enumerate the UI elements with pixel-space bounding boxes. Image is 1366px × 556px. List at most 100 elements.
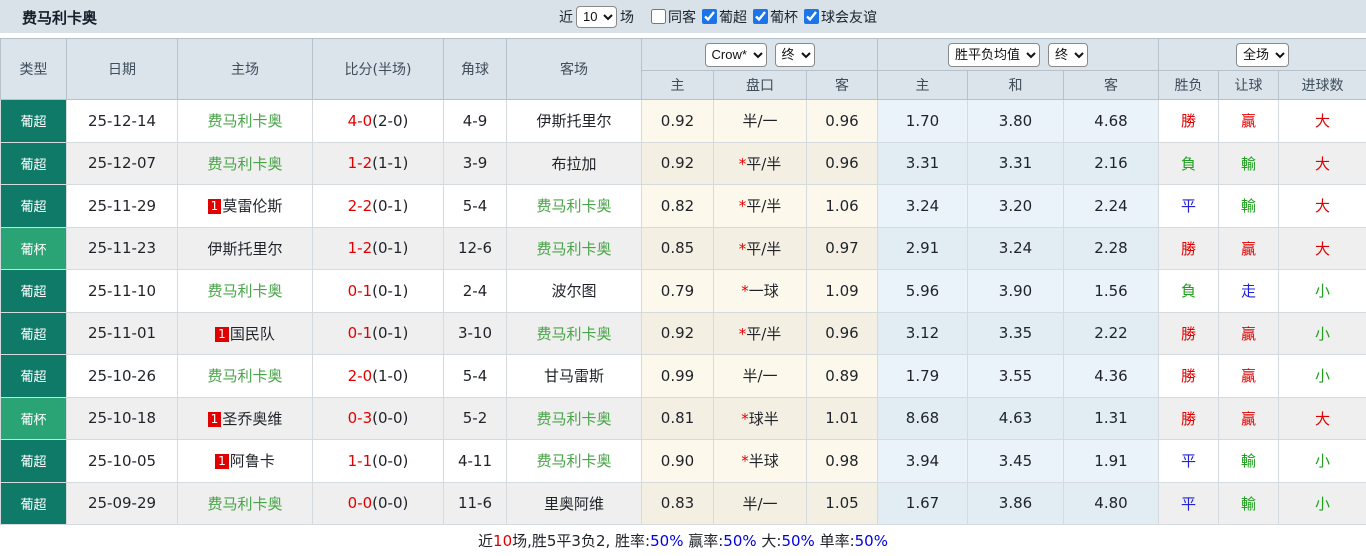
league-type-cell: 葡超 (1, 270, 67, 313)
scope-select[interactable]: 全场 (1236, 43, 1289, 67)
goals-result-text: 大 (1315, 197, 1330, 215)
table-row: 葡超25-09-29费马利卡奥0-0(0-0)11-6里奥阿维0.83半/一1.… (1, 482, 1366, 525)
filter-checkbox-3[interactable] (804, 9, 819, 24)
score-cell: 1-1(0-0) (313, 440, 444, 483)
team-name: 费马利卡奥 (207, 367, 282, 385)
goals-result-cell: 小 (1279, 270, 1366, 313)
table-row: 葡超25-11-011国民队0-1(0-1)3-10费马利卡奥0.92*平/半0… (1, 312, 1366, 355)
league-type-cell: 葡杯 (1, 397, 67, 440)
odds-home-cell: 0.92 (642, 142, 714, 185)
league-type-cell: 葡超 (1, 355, 67, 398)
fulltime-score: 0-3 (348, 409, 373, 427)
handicap-result-text: 贏 (1241, 112, 1256, 130)
league-type-cell: 葡超 (1, 440, 67, 483)
halftime-score: (0-0) (372, 452, 408, 470)
changed-star: * (741, 282, 749, 300)
handicap-result-text: 走 (1241, 282, 1256, 300)
handicap-cell: *平/半 (714, 312, 807, 355)
corner-cell: 5-4 (444, 355, 507, 398)
filter-option-3[interactable]: 球会友谊 (800, 7, 877, 27)
score-cell: 0-1(0-1) (313, 312, 444, 355)
mean-draw-cell: 3.31 (968, 142, 1064, 185)
mean-draw-cell: 3.80 (968, 100, 1064, 143)
result-cell: 平 (1159, 482, 1219, 525)
filter-checkbox-0[interactable] (651, 9, 666, 24)
mean-select[interactable]: 胜平负均值 (948, 43, 1040, 67)
handicap-text: 半球 (749, 452, 779, 470)
goals-result-text: 大 (1315, 112, 1330, 130)
odds-home-cell: 0.81 (642, 397, 714, 440)
handicap-cell: *平/半 (714, 185, 807, 228)
fulltime-score: 0-0 (348, 494, 373, 512)
mean-away-cell: 2.28 (1064, 227, 1159, 270)
date-cell: 25-11-23 (67, 227, 178, 270)
away-team-cell: 伊斯托里尔 (507, 100, 642, 143)
mean-home-cell: 8.68 (878, 397, 968, 440)
mean-away-cell: 4.36 (1064, 355, 1159, 398)
handicap-text: 一球 (749, 282, 779, 300)
odds-home-cell: 0.92 (642, 312, 714, 355)
filter-option-0[interactable]: 同客 (647, 7, 696, 27)
goals-result-text: 小 (1315, 495, 1330, 513)
odds-home-cell: 0.82 (642, 185, 714, 228)
handicap-result-cell: 輸 (1219, 482, 1279, 525)
halftime-score: (0-1) (372, 324, 408, 342)
summary-segment-0: 近 (478, 532, 493, 550)
home-team-cell: 费马利卡奥 (178, 100, 313, 143)
mean-home-cell: 3.94 (878, 440, 968, 483)
filter-label-0: 同客 (668, 7, 696, 27)
mean-away-cell: 1.56 (1064, 270, 1159, 313)
handicap-text: 半/一 (742, 112, 777, 130)
odds-away-cell: 1.01 (807, 397, 878, 440)
league-filters: 同客葡超葡杯球会友谊 (647, 7, 879, 27)
corner-cell: 3-10 (444, 312, 507, 355)
team-name: 费马利卡奥 (207, 282, 282, 300)
handicap-text: 平/半 (746, 155, 781, 173)
summary-segment-5: 50% (723, 532, 756, 550)
match-history-table: 类型 日期 主场 比分(半场) 角球 客场 Crow* 终 (0, 38, 1366, 525)
odds-group-header: Crow* 终 (642, 39, 878, 71)
mean-draw-cell: 3.35 (968, 312, 1064, 355)
col-header-away: 客场 (507, 39, 642, 100)
league-type-cell: 葡杯 (1, 227, 67, 270)
filter-option-2[interactable]: 葡杯 (749, 7, 798, 27)
corner-cell: 3-9 (444, 142, 507, 185)
handicap-result-cell: 輸 (1219, 440, 1279, 483)
away-team-cell: 波尔图 (507, 270, 642, 313)
odds-home-cell: 0.90 (642, 440, 714, 483)
result-text: 負 (1181, 155, 1196, 173)
mean-away-cell: 2.24 (1064, 185, 1159, 228)
recent-count-select[interactable]: 10 (576, 6, 617, 28)
table-header: 类型 日期 主场 比分(半场) 角球 客场 Crow* 终 (1, 39, 1366, 100)
halftime-score: (1-1) (372, 154, 408, 172)
filter-checkbox-1[interactable] (702, 9, 717, 24)
team-name: 费马利卡奥 (207, 495, 282, 513)
odds-away-cell: 0.98 (807, 440, 878, 483)
bookmaker-select[interactable]: Crow* (705, 43, 767, 67)
team-name: 圣乔奥维 (222, 410, 282, 428)
handicap-result-text: 贏 (1241, 410, 1256, 428)
summary-bar: 近10场,胜5平3负2, 胜率:50% 赢率:50% 大:50% 单率:50% (0, 525, 1366, 556)
date-cell: 25-12-07 (67, 142, 178, 185)
handicap-result-cell: 贏 (1219, 312, 1279, 355)
mean-home-cell: 1.67 (878, 482, 968, 525)
goals-result-cell: 大 (1279, 100, 1366, 143)
col-header-corner: 角球 (444, 39, 507, 100)
team-name: 波尔图 (551, 282, 596, 300)
table-row: 葡杯25-11-23伊斯托里尔1-2(0-1)12-6费马利卡奥0.85*平/半… (1, 227, 1366, 270)
mean-group-header: 胜平负均值 终 (878, 39, 1159, 71)
goals-result-text: 小 (1315, 452, 1330, 470)
corner-cell: 4-9 (444, 100, 507, 143)
team-name: 费马利卡奥 (536, 197, 611, 215)
date-cell: 25-11-10 (67, 270, 178, 313)
team-name: 费马利卡奥 (207, 155, 282, 173)
handicap-text: 平/半 (746, 325, 781, 343)
filter-checkbox-2[interactable] (753, 9, 768, 24)
goals-result-cell: 小 (1279, 482, 1366, 525)
bookmaker-time-select[interactable]: 终 (775, 43, 815, 67)
mean-draw-cell: 4.63 (968, 397, 1064, 440)
mean-home-cell: 3.31 (878, 142, 968, 185)
filter-option-1[interactable]: 葡超 (698, 7, 747, 27)
mean-time-select[interactable]: 终 (1048, 43, 1088, 67)
score-cell: 1-2(1-1) (313, 142, 444, 185)
